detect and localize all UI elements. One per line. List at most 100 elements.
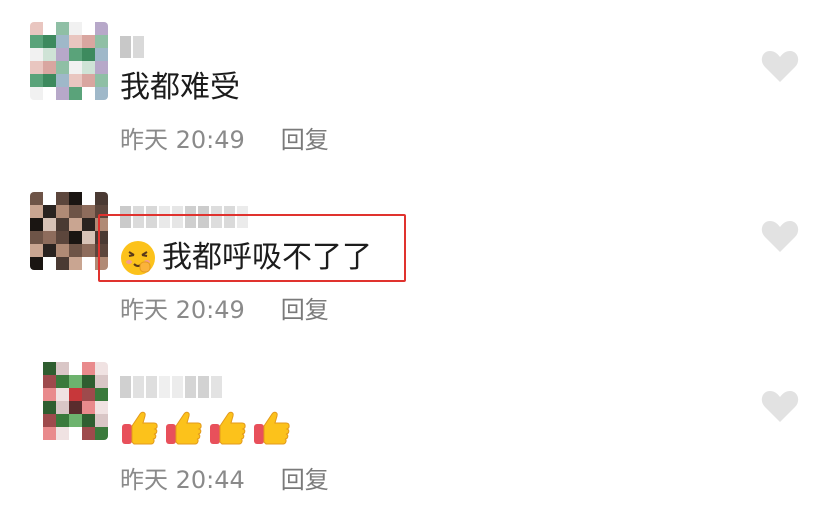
username-pixel bbox=[185, 376, 196, 398]
avatar[interactable] bbox=[30, 362, 108, 440]
avatar-pixel bbox=[82, 35, 95, 48]
avatar-pixel bbox=[30, 61, 43, 74]
comment-time: 昨天 20:49 bbox=[120, 126, 245, 154]
avatar-pixel bbox=[43, 401, 56, 414]
avatar-pixel bbox=[95, 192, 108, 205]
avatar-pixel bbox=[56, 74, 69, 87]
avatar-pixel bbox=[95, 22, 108, 35]
avatar-pixel bbox=[56, 218, 69, 231]
avatar-pixel bbox=[56, 22, 69, 35]
avatar-pixel bbox=[82, 87, 95, 100]
avatar-pixel bbox=[56, 192, 69, 205]
comment-meta: 昨天 20:49 回复 bbox=[120, 290, 329, 325]
avatar-pixel bbox=[56, 87, 69, 100]
avatar-pixel bbox=[82, 362, 95, 375]
comment-item: 我都难受 昨天 20:49 回复 bbox=[0, 0, 828, 170]
comment-text: 我都难受 bbox=[120, 68, 240, 108]
avatar-pixel bbox=[69, 74, 82, 87]
comment-text bbox=[120, 408, 296, 448]
thumbs-up-emoji-icon bbox=[210, 411, 246, 445]
avatar-pixel bbox=[69, 427, 82, 440]
avatar-pixel bbox=[69, 362, 82, 375]
avatar-pixel bbox=[30, 414, 43, 427]
avatar-pixel bbox=[30, 22, 43, 35]
avatar-pixel bbox=[30, 362, 43, 375]
avatar-pixel bbox=[30, 35, 43, 48]
avatar-pixel bbox=[43, 244, 56, 257]
avatar-pixel bbox=[30, 87, 43, 100]
avatar-pixel bbox=[43, 192, 56, 205]
avatar-pixel bbox=[69, 231, 82, 244]
avatar-pixel bbox=[43, 375, 56, 388]
avatar-pixel bbox=[69, 48, 82, 61]
avatar-pixel bbox=[82, 192, 95, 205]
avatar-pixel bbox=[95, 362, 108, 375]
avatar[interactable] bbox=[30, 22, 108, 100]
avatar-pixel bbox=[56, 48, 69, 61]
comment-meta: 昨天 20:49 回复 bbox=[120, 120, 329, 155]
avatar-pixel bbox=[56, 35, 69, 48]
reply-button[interactable]: 回复 bbox=[281, 120, 329, 155]
avatar-pixel bbox=[82, 218, 95, 231]
avatar-pixel bbox=[30, 231, 43, 244]
avatar-pixel bbox=[95, 375, 108, 388]
avatar-pixel bbox=[95, 388, 108, 401]
username-pixel bbox=[120, 376, 131, 398]
avatar-pixel bbox=[43, 231, 56, 244]
username-pixel bbox=[133, 36, 144, 58]
avatar-pixel bbox=[30, 218, 43, 231]
username-pixel bbox=[159, 376, 170, 398]
username-pixel bbox=[198, 376, 209, 398]
avatar-pixel bbox=[69, 218, 82, 231]
avatar-pixel bbox=[30, 205, 43, 218]
username-pixel bbox=[146, 376, 157, 398]
avatar-pixel bbox=[56, 427, 69, 440]
avatar-pixel bbox=[43, 257, 56, 270]
heart-icon[interactable] bbox=[760, 48, 800, 84]
avatar[interactable] bbox=[30, 192, 108, 270]
username-pixel bbox=[172, 376, 183, 398]
avatar-pixel bbox=[69, 414, 82, 427]
reply-button[interactable]: 回复 bbox=[281, 460, 329, 495]
avatar-pixel bbox=[95, 74, 108, 87]
heart-icon[interactable] bbox=[760, 218, 800, 254]
avatar-pixel bbox=[69, 244, 82, 257]
avatar-pixel bbox=[82, 401, 95, 414]
highlight-box bbox=[98, 214, 406, 282]
avatar-pixel bbox=[82, 427, 95, 440]
heart-icon[interactable] bbox=[760, 388, 800, 424]
avatar-pixel bbox=[82, 375, 95, 388]
avatar-pixel bbox=[69, 61, 82, 74]
reply-button[interactable]: 回复 bbox=[281, 290, 329, 325]
avatar-pixel bbox=[95, 414, 108, 427]
avatar-pixel bbox=[30, 244, 43, 257]
avatar-pixel bbox=[95, 61, 108, 74]
username-pixel bbox=[133, 376, 144, 398]
avatar-pixel bbox=[69, 375, 82, 388]
avatar-pixel bbox=[43, 427, 56, 440]
avatar-pixel bbox=[56, 257, 69, 270]
avatar-pixel bbox=[43, 22, 56, 35]
avatar-pixel bbox=[43, 35, 56, 48]
avatar-pixel bbox=[95, 48, 108, 61]
avatar-pixel bbox=[43, 218, 56, 231]
username-pixelated[interactable] bbox=[120, 376, 222, 398]
avatar-pixel bbox=[30, 388, 43, 401]
username-pixel bbox=[211, 376, 222, 398]
comment-item: 昨天 20:44 回复 bbox=[0, 340, 828, 510]
avatar-pixel bbox=[43, 388, 56, 401]
avatar-pixel bbox=[43, 74, 56, 87]
username-pixelated[interactable] bbox=[120, 36, 144, 58]
avatar-pixel bbox=[43, 48, 56, 61]
comment-meta: 昨天 20:44 回复 bbox=[120, 460, 329, 495]
avatar-pixel bbox=[43, 414, 56, 427]
username-pixel bbox=[120, 36, 131, 58]
avatar-pixel bbox=[82, 48, 95, 61]
avatar-pixel bbox=[69, 192, 82, 205]
avatar-pixel bbox=[69, 257, 82, 270]
avatar-pixel bbox=[95, 35, 108, 48]
avatar-pixel bbox=[30, 375, 43, 388]
avatar-pixel bbox=[69, 205, 82, 218]
avatar-pixel bbox=[43, 87, 56, 100]
avatar-pixel bbox=[30, 74, 43, 87]
